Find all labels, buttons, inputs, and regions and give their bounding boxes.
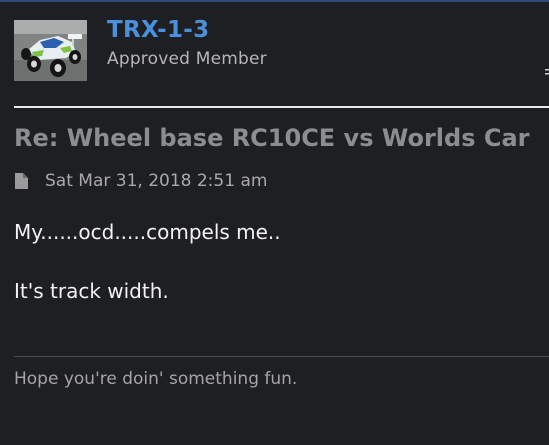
header-divider <box>14 106 549 108</box>
edge-icon <box>544 66 549 78</box>
post-meta: Sat Mar 31, 2018 2:51 am <box>14 169 267 193</box>
file-icon[interactable] <box>14 172 29 190</box>
content-line: My......ocd.....compels me.. <box>14 220 281 244</box>
avatar[interactable] <box>14 20 87 81</box>
post-content: My......ocd.....compels me.. It's track … <box>14 220 544 303</box>
post-title[interactable]: Re: Wheel base RC10CE vs Worlds Car <box>14 124 529 152</box>
rc-buggy-avatar-icon <box>14 20 87 81</box>
signature: Hope you're doin' something fun. <box>14 369 298 389</box>
content-line: It's track width. <box>14 279 169 303</box>
forum-post: TRX-1-3 Approved Member Re: Wheel base R… <box>0 0 549 445</box>
top-border <box>0 0 549 2</box>
post-date: Sat Mar 31, 2018 2:51 am <box>45 171 268 191</box>
signature-divider <box>14 356 549 357</box>
username-link[interactable]: TRX-1-3 <box>107 17 209 43</box>
user-rank: Approved Member <box>107 49 267 69</box>
